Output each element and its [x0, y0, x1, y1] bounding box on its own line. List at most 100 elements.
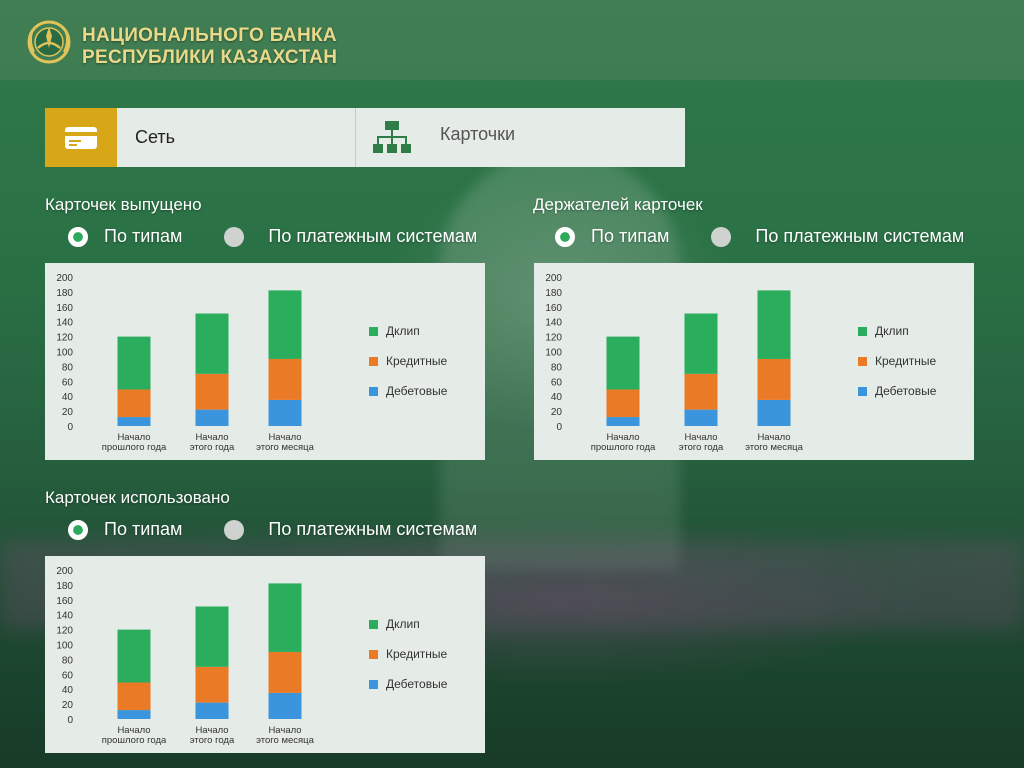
- radio-by-payment-systems-label: По платежным системам: [268, 519, 478, 539]
- legend-label: Дебетовые: [386, 677, 448, 691]
- radio-by-types[interactable]: [68, 226, 88, 247]
- y-tick-label: 60: [62, 377, 74, 388]
- y-tick-label: 80: [62, 655, 74, 666]
- y-tick-label: 0: [556, 422, 562, 433]
- legend-label: Дебетовые: [386, 384, 448, 398]
- bar-Дебетовые: [268, 692, 302, 719]
- bar-Кредитные: [757, 358, 791, 400]
- y-tick-label: 20: [62, 407, 74, 418]
- y-tick-label: 200: [545, 273, 562, 284]
- x-tick-label-line: этого года: [190, 442, 235, 453]
- radio-by-types[interactable]: [555, 226, 575, 247]
- legend-item: Дклип: [369, 616, 447, 632]
- tab-network-icon-box: [45, 108, 117, 167]
- bar-Дклип: [117, 629, 151, 683]
- bar-Кредитные: [195, 666, 229, 703]
- tab-network[interactable]: Сеть: [45, 108, 355, 167]
- radio-by-payment-systems-label: По платежным системам: [268, 226, 478, 246]
- section-title-used: Карточек использовано: [45, 488, 230, 507]
- bank-name: НАЦИОНАЛЬНОГО БАНКА РЕСПУБЛИКИ КАЗАХСТАН: [82, 25, 337, 69]
- bar-Дебетовые: [684, 409, 718, 426]
- y-tick-label: 40: [62, 685, 74, 696]
- x-tick-label: Начало прошлого года: [102, 725, 167, 746]
- x-tick-label: Начало этого месяца: [256, 725, 314, 746]
- y-tick-label: 40: [551, 392, 563, 403]
- legend-label: Дебетовые: [875, 384, 937, 398]
- bar-Кредитные: [117, 682, 151, 711]
- legend-item: Кредитные: [369, 353, 447, 369]
- bar-Кредитные: [117, 389, 151, 418]
- radio-by-types[interactable]: [68, 519, 88, 540]
- legend-item: Дебетовые: [858, 383, 936, 399]
- radio-by-payment-systems-label: По платежным системам: [755, 226, 965, 246]
- legend-item: Дебетовые: [369, 676, 447, 692]
- y-tick-label: 0: [67, 715, 73, 726]
- legend-swatch: [858, 356, 867, 366]
- x-tick-label: Начало этого месяца: [256, 432, 314, 453]
- bar-Дебетовые: [195, 409, 229, 426]
- bar-Кредитные: [268, 358, 302, 400]
- x-tick-label-line: прошлого года: [102, 442, 167, 453]
- tab-cards-icon-box: [356, 108, 428, 167]
- bar-Дебетовые: [195, 702, 229, 719]
- bank-emblem-icon: [27, 20, 71, 64]
- radio-by-payment-systems[interactable]: [711, 226, 732, 247]
- legend-swatch: [858, 386, 867, 396]
- legend-label: Дклип: [386, 617, 420, 631]
- bar-Дебетовые: [268, 399, 302, 426]
- y-tick-label: 0: [67, 422, 73, 433]
- bank-name-line1: НАЦИОНАЛЬНОГО БАНКА: [82, 25, 337, 46]
- y-tick-label: 140: [56, 318, 73, 329]
- bar-Кредитные: [684, 373, 718, 410]
- bar-Дклип: [195, 606, 229, 667]
- legend-label: Дклип: [386, 324, 420, 338]
- credit-card-icon: [65, 126, 97, 149]
- legend-label: Кредитные: [875, 354, 937, 368]
- hierarchy-icon: [373, 120, 411, 153]
- chart-panel-used: 0 20 40 60 80 100 120 140 160 180 200 Начало прошлог…: [45, 556, 485, 753]
- legend-swatch: [369, 619, 378, 629]
- legend-label: Кредитные: [386, 354, 448, 368]
- legend-item: Дклип: [858, 323, 936, 339]
- y-tick-label: 160: [56, 596, 73, 607]
- bar-Кредитные: [195, 373, 229, 410]
- y-tick-label: 180: [56, 581, 73, 592]
- legend-swatch: [858, 326, 867, 336]
- radio-by-types-label: По типам: [104, 226, 183, 246]
- radio-by-payment-systems[interactable]: [224, 226, 245, 247]
- x-tick-label-line: этого года: [190, 735, 235, 746]
- chart-legend: Дклип Кредитные Дебетовые: [369, 616, 447, 706]
- y-tick-label: 120: [56, 333, 73, 344]
- y-tick-label: 120: [545, 333, 562, 344]
- y-tick-label: 60: [551, 377, 563, 388]
- chart-legend: Дклип Кредитные Дебетовые: [858, 323, 936, 413]
- y-tick-label: 180: [56, 288, 73, 299]
- y-tick-label: 200: [56, 566, 73, 577]
- y-tick-label: 100: [56, 641, 73, 652]
- legend-label: Дклип: [875, 324, 909, 338]
- section-title-issued: Карточек выпущено: [45, 195, 202, 214]
- x-tick-label: Начало этого года: [679, 432, 724, 453]
- bar-Дебетовые: [606, 417, 640, 426]
- tab-cards[interactable]: Карточки: [356, 108, 685, 167]
- radio-by-types-label: По типам: [104, 519, 183, 539]
- bar-Дклип: [268, 583, 302, 652]
- radio-group-holders: По типам По платежным системам: [555, 226, 964, 247]
- legend-swatch: [369, 386, 378, 396]
- bar-Дклип: [195, 313, 229, 374]
- x-tick-label: Начало прошлого года: [591, 432, 656, 453]
- radio-by-types-label: По типам: [591, 226, 670, 246]
- y-tick-label: 200: [56, 273, 73, 284]
- legend-swatch: [369, 326, 378, 336]
- tab-bar: Сеть Карточки: [45, 108, 685, 167]
- y-tick-label: 100: [545, 348, 562, 359]
- chart-panel-issued: 0 20 40 60 80 100 120 140 160 180 200 Начало прошлог…: [45, 263, 485, 460]
- radio-by-payment-systems[interactable]: [224, 519, 245, 540]
- bar-Дклип: [117, 336, 151, 390]
- radio-group-issued: По типам По платежным системам: [68, 226, 477, 247]
- bar-Дебетовые: [117, 417, 151, 426]
- x-tick-label-line: этого месяца: [745, 442, 803, 453]
- bar-Дклип: [757, 290, 791, 359]
- chart-legend: Дклип Кредитные Дебетовые: [369, 323, 447, 413]
- legend-swatch: [369, 679, 378, 689]
